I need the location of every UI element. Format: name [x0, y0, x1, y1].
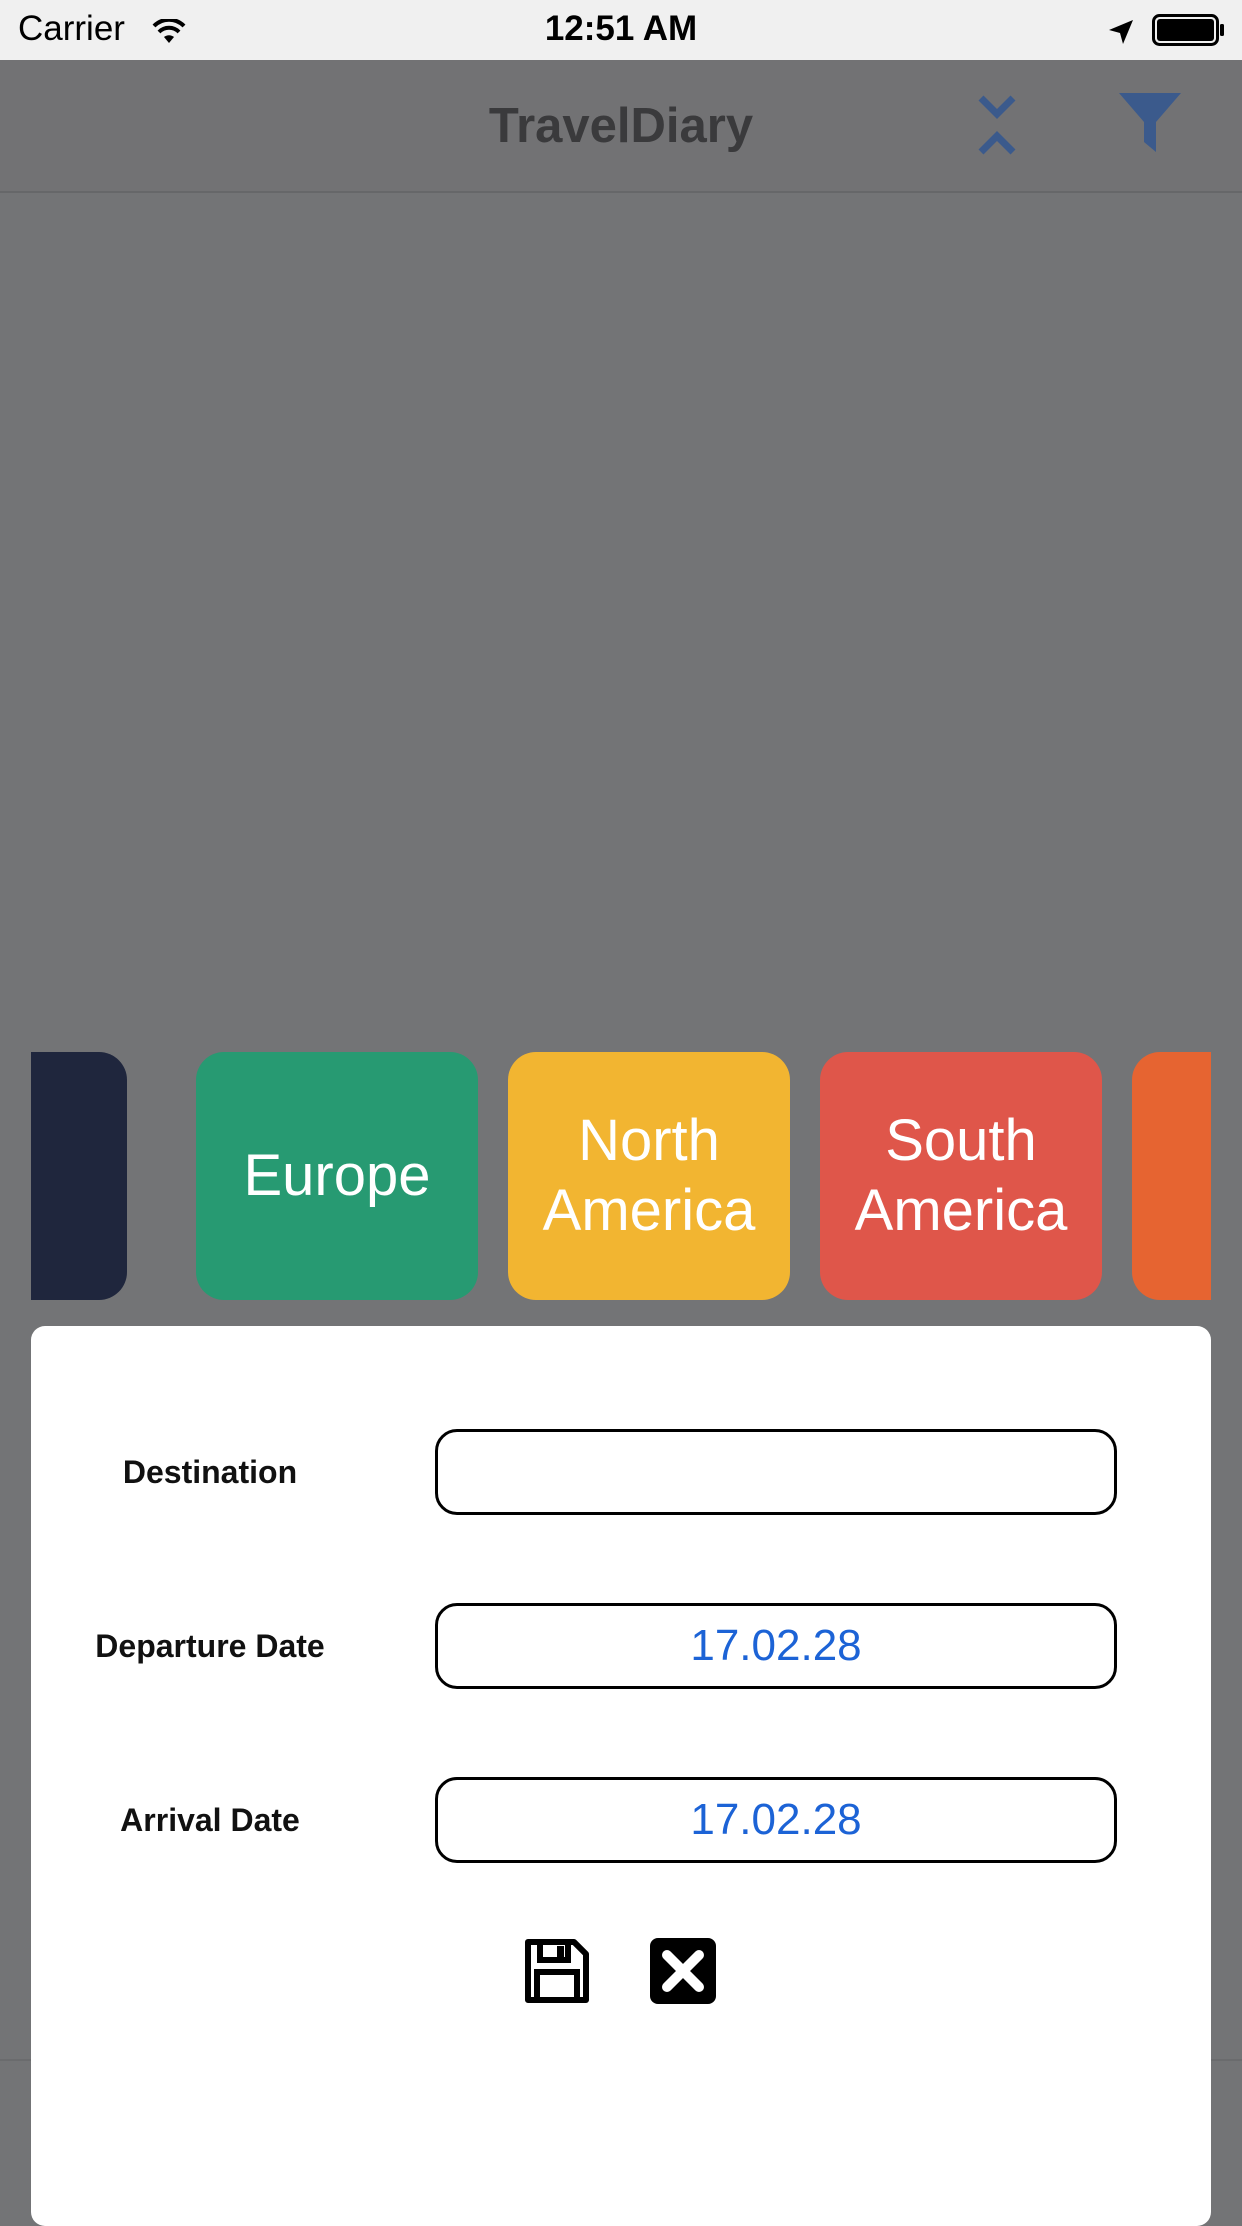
card-north-america[interactable]: North America [508, 1052, 790, 1300]
cancel-button[interactable] [650, 1938, 716, 2004]
card-europe[interactable]: Europe [196, 1052, 478, 1300]
save-button[interactable] [524, 1938, 590, 2004]
card-oceania[interactable]: Oc [1132, 1052, 1211, 1300]
add-trip-dialog: Destination Departure Date Arrival Date [31, 1326, 1211, 2226]
continent-cards-carousel[interactable]: sia Europe North America South America O… [31, 1052, 1211, 1302]
card-asia[interactable]: sia [31, 1052, 127, 1300]
collapse-icon[interactable] [976, 92, 1018, 163]
destination-label: Destination [122, 1454, 298, 1490]
departure-date-label: Departure Date [95, 1628, 325, 1664]
arrival-date-field[interactable] [435, 1777, 1117, 1863]
departure-date-field[interactable] [435, 1603, 1117, 1689]
arrival-date-label: Arrival Date [120, 1802, 300, 1838]
location-arrow-icon [1107, 15, 1135, 55]
navigation-bar: TravelDiary [0, 60, 1242, 193]
card-south-america[interactable]: South America [820, 1052, 1102, 1300]
status-time: 12:51 AM [544, 9, 698, 48]
save-icon [525, 1939, 589, 2003]
filter-icon[interactable] [1117, 90, 1183, 161]
status-bar: Carrier 12:51 AM [0, 0, 1242, 60]
destination-field[interactable] [435, 1429, 1117, 1515]
cancel-icon [650, 1938, 716, 2004]
battery-icon [1152, 14, 1226, 55]
app-title: TravelDiary [488, 99, 754, 153]
